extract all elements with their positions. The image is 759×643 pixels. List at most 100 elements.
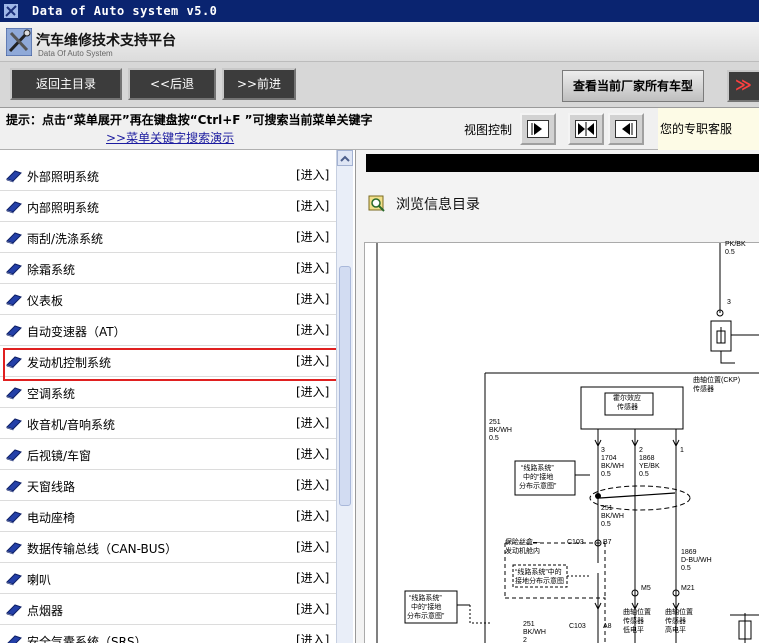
book-icon [6,418,22,431]
pin-label: 3 [727,299,731,306]
view-expand-right-button[interactable] [520,113,556,145]
menu-item[interactable]: 外部照明系统 [进入] [0,160,336,191]
wire-label: 1869 [681,549,697,556]
back-button[interactable]: <<后退 [128,68,216,100]
wire-label: 1704 [601,455,617,462]
enter-link[interactable]: [进入] [296,290,329,307]
enter-link[interactable]: [进入] [296,631,329,643]
wire-label: 0.5 [681,565,691,572]
connector-label: C103 [567,539,584,546]
pin-label: A8 [603,623,612,630]
menu-item[interactable]: 电动座椅 [进入] [0,501,336,532]
menu-item-label: 电动座椅 [27,511,76,525]
next-page-button[interactable]: ≫ [727,70,759,102]
enter-link[interactable]: [进入] [296,228,329,245]
hall-sensor-label: 霍尔效应 [613,395,641,402]
ground-ref-note: 中的“接地 [411,604,442,611]
connector-label: C103 [569,623,586,630]
book-icon [6,325,22,338]
wire-label: 0.5 [601,471,611,478]
app-window: Data of Auto system v5.0 汽车维修技术支持平台 Data… [0,0,759,643]
content-panel: 浏览信息目录 PK/BK 0.5 3 曲轴位置(CKP) 传感器 霍尔效应 传感… [356,150,759,643]
menu-item-label: 雨刮/洗涤系统 [27,232,104,246]
menu-item[interactable]: 自动变速器（AT） [进入] [0,315,336,346]
menu-scrollbar[interactable] [336,150,353,643]
ground-ref-note: “线路系统”中的 [515,569,562,576]
book-icon [6,294,22,307]
menu-item[interactable]: 安全气囊系统（SRS） [进入] [0,625,336,643]
header-banner: 汽车维修技术支持平台 Data Of Auto System [0,22,759,62]
menu-item-label: 自动变速器（AT） [27,325,126,339]
forward-button[interactable]: >>前进 [222,68,296,100]
ckp-low-label: 低电平 [623,627,644,634]
enter-link[interactable]: [进入] [296,507,329,524]
search-tip: 提示：点击“菜单展开”再在键盘按“Ctrl+F ”可搜索当前菜单关键字 [6,113,373,127]
menu-item[interactable]: 空调系统 [进入] [0,377,336,408]
menu-item[interactable]: 仪表板 [进入] [0,284,336,315]
tools-logo-icon [6,28,32,56]
menu-item[interactable]: 雨刮/洗涤系统 [进入] [0,222,336,253]
menu-item[interactable]: 除霜系统 [进入] [0,253,336,284]
enter-link[interactable]: [进入] [296,321,329,338]
book-icon [6,542,22,555]
menu-item[interactable]: 天窗线路 [进入] [0,470,336,501]
view-expand-left-button[interactable] [608,113,644,145]
wire-label: 2 [523,637,527,643]
book-icon [6,573,22,586]
split-arrows-icon [578,122,594,136]
home-button[interactable]: 返回主目录 [10,68,122,100]
ckp-sensor-label: 曲轴位置(CKP) [693,377,741,384]
ckp-sensor-label: 传感器 [693,386,714,393]
ground-ref-note: “线路系统” [409,595,442,602]
enter-link[interactable]: [进入] [296,538,329,555]
wire-label: D-BU/WH [681,557,712,564]
pin-label: B7 [603,539,612,546]
enter-link[interactable]: [进入] [296,600,329,617]
platform-title: 汽车维修技术支持平台 [36,33,176,49]
window-title: Data of Auto system v5.0 [32,4,218,18]
wiring-diagram[interactable]: PK/BK 0.5 3 曲轴位置(CKP) 传感器 霍尔效应 传感器 251 B… [364,241,759,643]
wire-label: BK/WH [489,427,512,434]
menu-panel: 外部照明系统 [进入] 内部照明系统 [进入] 雨刮/洗涤系统 [进入] 除霜系统 [进入] 仪… [0,150,356,643]
view-split-button[interactable] [568,113,604,145]
content-header-bar [366,154,759,172]
scroll-up-button[interactable] [337,150,353,166]
wire-label: 0.5 [639,471,649,478]
enter-link[interactable]: [进入] [296,445,329,462]
pin-label: 2 [639,447,643,454]
ground-ref-note: 分布示意图” [407,613,445,620]
wire-label: 0.5 [725,249,735,256]
menu-item[interactable]: 数据传输总线（CAN-BUS） [进入] [0,532,336,563]
nav-toolbar: 返回主目录 <<后退 >>前进 查看当前厂家所有车型 ≫ [0,62,759,108]
enter-link[interactable]: [进入] [296,569,329,586]
menu-item-label: 外部照明系统 [27,170,100,184]
menu-item-label: 数据传输总线（CAN-BUS） [27,542,178,556]
ground-ref-note: 中的“接地 [523,474,554,481]
enter-link[interactable]: [进入] [296,414,329,431]
search-demo-link[interactable]: >>菜单关键字搜索演示 [106,129,234,146]
enter-link[interactable]: [进入] [296,476,329,493]
menu-item[interactable]: 内部照明系统 [进入] [0,191,336,222]
menu-item-label: 空调系统 [27,387,76,401]
customer-service-link[interactable]: 您的专职客服 [658,108,759,150]
enter-link[interactable]: [进入] [296,197,329,214]
menu-item[interactable]: 点烟器 [进入] [0,594,336,625]
enter-link[interactable]: [进入] [296,383,329,400]
menu-item[interactable]: 喇叭 [进入] [0,563,336,594]
book-icon [6,170,22,183]
menu-item[interactable]: 后视镜/车窗 [进入] [0,439,336,470]
enter-link[interactable]: [进入] [296,259,329,276]
book-icon [6,480,22,493]
ckp-high-label: 曲轴位置 [665,609,693,616]
all-models-button[interactable]: 查看当前厂家所有车型 [562,70,704,102]
scroll-thumb[interactable] [339,266,351,506]
menu-item-label: 点烟器 [27,604,64,618]
enter-link[interactable]: [进入] [296,166,329,183]
app-icon [4,4,18,18]
wire-label: BK/WH [601,463,624,470]
menu-item-label: 喇叭 [27,573,52,587]
pin-label: M5 [641,585,651,592]
wire-label: BK/WH [523,629,546,636]
menu-item[interactable]: 收音机/音响系统 [进入] [0,408,336,439]
ckp-low-label: 传感器 [623,618,644,625]
